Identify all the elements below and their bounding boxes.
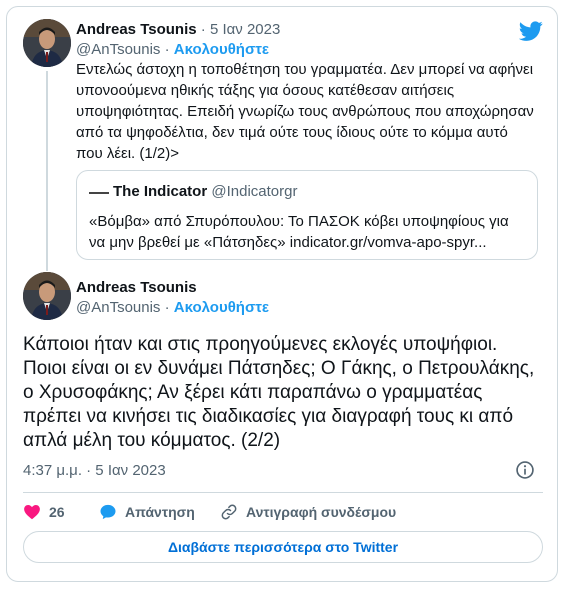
tweet-date[interactable]: 5 Ιαν 2023	[210, 21, 280, 38]
like-count: 26	[49, 504, 65, 520]
reply-label: Απάντηση	[125, 504, 195, 520]
author-name[interactable]: Andreas Tsounis	[76, 279, 197, 296]
tweet2-handle-row: @AnTsounis · Ακολουθήστε	[76, 298, 269, 317]
quoted-author-handle: @Indicatorgr	[211, 183, 298, 200]
author-handle[interactable]: @AnTsounis	[76, 299, 160, 316]
quoted-tweet-text: «Βόμβα» από Σπυρόπουλου: Το ΠΑΣΟΚ κόβει …	[89, 213, 509, 251]
separator-dot: ·	[164, 299, 170, 316]
quoted-author-name: The Indicator	[113, 183, 208, 200]
reply-bubble-icon	[100, 504, 116, 520]
avatar[interactable]	[23, 19, 71, 67]
quoted-tweet[interactable]: The Indicator @Indicatorgr «Βόμβα» από Σ…	[76, 170, 538, 260]
info-icon[interactable]	[515, 460, 535, 480]
separator-dot: ·	[200, 21, 206, 38]
indicator-logo-icon	[89, 192, 109, 194]
tweet1-text: Εντελώς άστοχη η τοποθέτηση του γραμματέ…	[76, 61, 534, 162]
tweet-timestamp[interactable]: 4:37 μ.μ. · 5 Ιαν 2023	[23, 462, 166, 479]
author-name[interactable]: Andreas Tsounis	[76, 21, 197, 38]
author-handle[interactable]: @AnTsounis	[76, 41, 160, 58]
thread-line	[46, 71, 48, 271]
read-more-button[interactable]: Διαβάστε περισσότερα στο Twitter	[23, 531, 543, 563]
tweet2-text: Κάποιοι ήταν και στις προηγούμενες εκλογ…	[23, 334, 535, 451]
divider	[23, 492, 543, 493]
follow-link[interactable]: Ακολουθήστε	[174, 41, 269, 58]
avatar[interactable]	[23, 272, 71, 320]
link-icon	[221, 504, 237, 520]
heart-icon	[24, 504, 40, 520]
reply-button[interactable]: Απάντηση	[99, 502, 195, 522]
follow-link[interactable]: Ακολουθήστε	[174, 299, 269, 316]
twitter-bird-icon[interactable]	[519, 19, 543, 43]
quoted-author: The Indicator @Indicatorgr	[113, 183, 297, 200]
tweet1-header: Andreas Tsounis · 5 Ιαν 2023	[76, 20, 280, 39]
separator-dot: ·	[164, 41, 170, 58]
tweet2-header: Andreas Tsounis	[76, 278, 197, 297]
avatar-image	[23, 19, 71, 67]
copy-link-label: Αντιγραφή συνδέσμου	[246, 504, 397, 520]
copy-link-button[interactable]: Αντιγραφή συνδέσμου	[220, 502, 396, 522]
embedded-tweet-card: Andreas Tsounis · 5 Ιαν 2023 @AnTsounis …	[6, 6, 558, 582]
avatar-image	[23, 272, 71, 320]
like-button[interactable]: 26	[23, 502, 65, 522]
tweet1-handle-row: @AnTsounis · Ακολουθήστε	[76, 40, 269, 59]
